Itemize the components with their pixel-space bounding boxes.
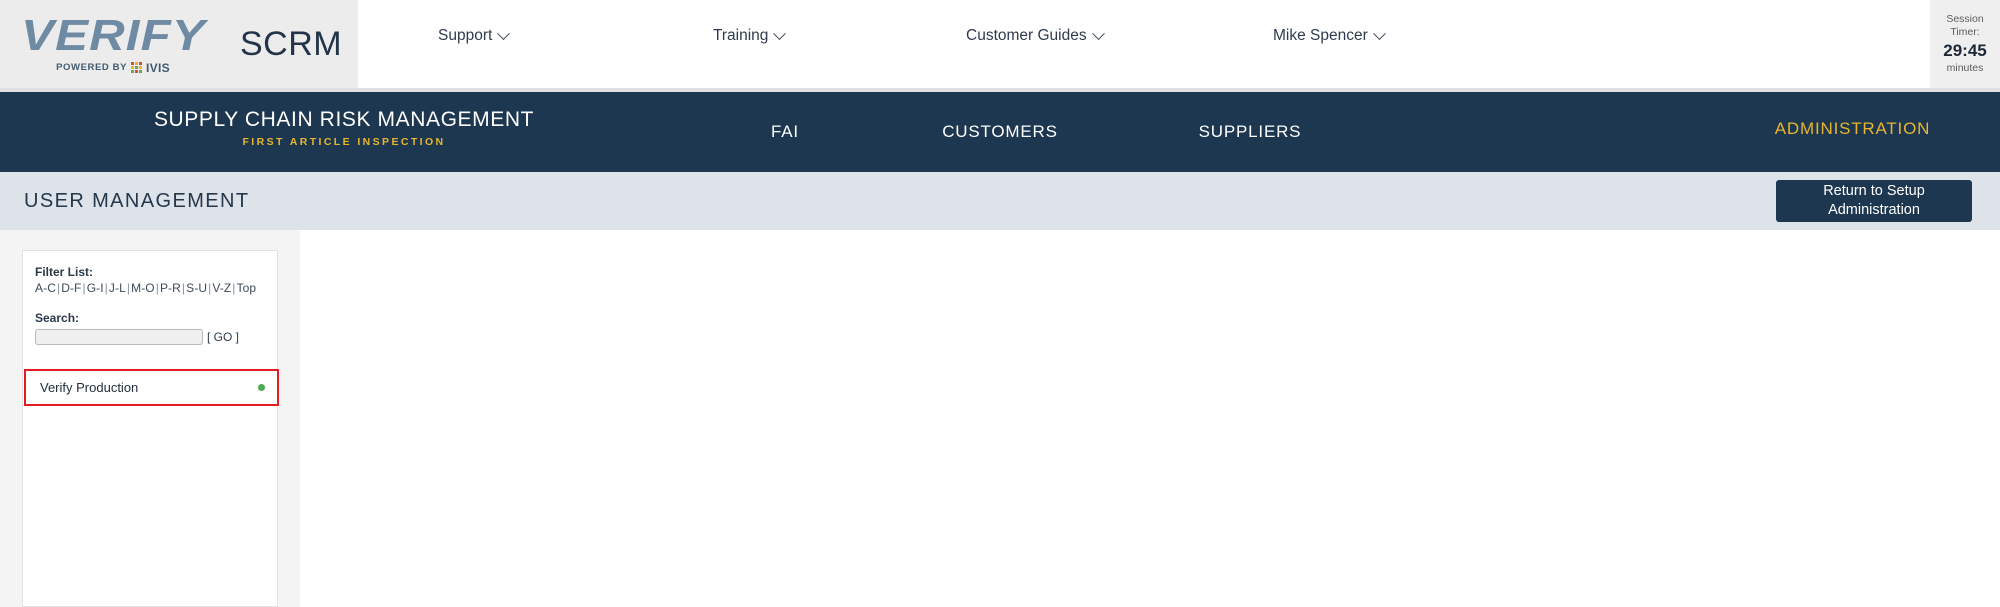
application-subtitle: FIRST ARTICLE INSPECTION — [242, 136, 446, 149]
page-content: Filter List: A-C|D-F|G-I|J-L|M-O|P-R|S-U… — [0, 230, 2000, 607]
filter-panel: Filter List: A-C|D-F|G-I|J-L|M-O|P-R|S-U… — [22, 250, 279, 607]
list-item-label: Verify Production — [40, 380, 139, 395]
application-title: SUPPLY CHAIN RISK MANAGEMENT — [153, 108, 535, 131]
search-label: Search: — [35, 311, 80, 325]
product-label: SCRM — [240, 24, 343, 63]
powered-by-label: POWERED BY — [56, 62, 128, 73]
nav-tab-suppliers[interactable]: SUPPLIERS — [1160, 92, 1340, 172]
return-to-setup-administration-button[interactable]: Return to Setup Administration — [1776, 180, 1972, 222]
page-title-bar: USER MANAGEMENT Return to Setup Administ… — [0, 172, 2000, 230]
filter-link-p-r[interactable]: P-R — [160, 281, 181, 295]
filter-link-m-o[interactable]: M-O — [131, 281, 155, 295]
verify-logo[interactable]: VERIFY POWERED BY IVIS — [21, 13, 205, 75]
filter-link-j-l[interactable]: J-L — [109, 281, 126, 295]
topnav-label-support: Support — [438, 27, 493, 44]
nav-tab-customers[interactable]: CUSTOMERS — [900, 92, 1100, 172]
filter-link-g-i[interactable]: G-I — [87, 281, 104, 295]
green-dot-icon — [258, 384, 265, 391]
filter-link-top[interactable]: Top — [237, 281, 257, 295]
topnav-label-user: Mike Spencer — [1273, 27, 1368, 44]
topnav-label-customer-guides: Customer Guides — [966, 27, 1087, 44]
session-timer-label-1: Session — [1946, 12, 1984, 25]
session-timer-value: 29:45 — [1943, 40, 1987, 60]
list-item[interactable]: Verify Production — [24, 369, 279, 406]
chevron-down-icon — [773, 26, 787, 40]
topnav-item-training[interactable]: Training — [713, 26, 787, 45]
topnav-item-user-menu[interactable]: Mike Spencer — [1273, 26, 1386, 45]
filter-link-s-u[interactable]: S-U — [186, 281, 207, 295]
filter-link-a-c[interactable]: A-C — [35, 281, 56, 295]
topnav-item-support[interactable]: Support — [438, 26, 511, 45]
chevron-down-icon — [1372, 26, 1386, 40]
filter-list-links: A-C|D-F|G-I|J-L|M-O|P-R|S-U|V-Z|Top — [35, 281, 257, 295]
chevron-down-icon — [497, 26, 511, 40]
powered-by-ivis: POWERED BY IVIS — [56, 61, 170, 75]
chevron-down-icon — [1091, 26, 1105, 40]
main-content-area — [300, 230, 2000, 607]
ivis-squares-icon — [131, 62, 143, 73]
search-go-button[interactable]: [ GO ] — [207, 330, 239, 344]
ivis-label: IVIS — [146, 60, 170, 75]
top-nav: Support Training Customer Guides Mike Sp… — [358, 0, 2000, 88]
main-nav-band: SUPPLY CHAIN RISK MANAGEMENT FIRST ARTIC… — [0, 92, 2000, 192]
nav-tab-fai[interactable]: FAI — [725, 92, 845, 172]
filter-link-v-z[interactable]: V-Z — [212, 281, 231, 295]
sidebar-column: Filter List: A-C|D-F|G-I|J-L|M-O|P-R|S-U… — [0, 230, 300, 607]
topnav-item-customer-guides[interactable]: Customer Guides — [966, 26, 1105, 45]
search-input[interactable] — [35, 329, 203, 345]
page-title: USER MANAGEMENT — [24, 189, 250, 212]
filter-list-label: Filter List: — [35, 265, 94, 279]
top-utility-bar: VERIFY POWERED BY IVIS SCRM Support Trai… — [0, 0, 2000, 88]
session-timer-label-2: Timer: — [1950, 25, 1980, 38]
application-brand: SUPPLY CHAIN RISK MANAGEMENT FIRST ARTIC… — [104, 108, 584, 148]
session-timer-unit: minutes — [1946, 62, 1984, 75]
verify-wordmark: VERIFY — [20, 10, 206, 60]
session-timer: Session Timer: 29:45 minutes — [1930, 0, 2000, 88]
topnav-label-training: Training — [713, 27, 769, 44]
search-row: [ GO ] — [35, 329, 265, 345]
logo-zone: VERIFY POWERED BY IVIS SCRM — [0, 0, 358, 88]
filter-link-d-f[interactable]: D-F — [61, 281, 81, 295]
